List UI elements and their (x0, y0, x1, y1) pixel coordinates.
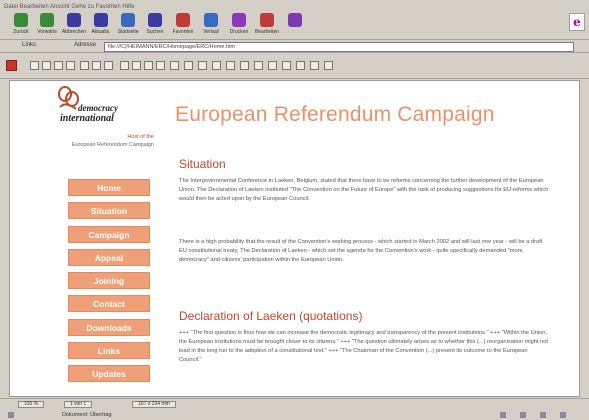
pdf-tool-icon[interactable] (282, 61, 291, 70)
network-icon (540, 412, 546, 418)
pdf-tool-icon[interactable] (132, 61, 141, 70)
page-title: European Referendum Campaign (175, 103, 495, 126)
tagline: Host of the European Referendum Campaign (64, 133, 154, 149)
menu-bar[interactable]: Datei Bearbeiten Ansicht Gehe zu Favorit… (0, 0, 589, 10)
nav-contact[interactable]: Contact (68, 295, 150, 313)
nav-links[interactable]: Links (68, 342, 150, 360)
nav-home[interactable]: Home (68, 179, 150, 196)
refresh-icon (94, 13, 108, 27)
heading-declaration: Declaration of Laeken (quotations) (179, 309, 363, 323)
pdf-tool-icon[interactable] (156, 61, 165, 70)
paragraph-declaration: +++ "The first question is thus how we c… (179, 330, 549, 364)
toolbar-button[interactable]: Aktualis. (88, 12, 114, 38)
edit-icon (260, 13, 274, 27)
pdf-tool-icon[interactable] (80, 61, 89, 70)
pdf-tool-icon[interactable] (240, 61, 249, 70)
heading-situation: Situation (179, 157, 226, 171)
address-bar: Links Adresse file:///C|/HEIMANN/ERC/Hom… (0, 41, 589, 53)
toolbar-button-label: Verlauf (203, 29, 219, 35)
nav-campaign[interactable]: Campaign (68, 225, 150, 243)
pdf-tool-icon[interactable] (310, 61, 319, 70)
print-icon (232, 13, 246, 27)
pdf-tool-icon[interactable] (170, 61, 179, 70)
paragraph-situation-1: The Intergovernmental Conference in Laek… (179, 178, 549, 203)
toolbar-button[interactable]: Suchen (142, 12, 168, 38)
tagline-host: Host of the (127, 134, 154, 140)
toolbar-button-label: Bearbeiten (254, 29, 280, 35)
main-content: European Referendum Campaign Situation T… (175, 81, 575, 396)
toolbar-button-label: Suchen (146, 29, 164, 35)
toolbar-button-label: Drucken (229, 29, 249, 35)
zone-icon (500, 412, 506, 418)
pdf-tool-icon[interactable] (226, 61, 235, 70)
status-text: Dokument: Übertrag (62, 412, 112, 418)
browser-toolbar: Zurück Vorwärts Abbrechen Aktualis. Startsei… (0, 10, 589, 40)
stop-icon (67, 13, 81, 27)
toolbar-button-label: Startseite (117, 29, 139, 35)
page-icon (8, 412, 14, 418)
toolbar-button[interactable]: Bearbeiten (254, 12, 280, 38)
pdf-toolbar (0, 54, 589, 79)
address-input[interactable]: file:///C|/HEIMANN/ERC/Homepage/ERC/Home… (104, 42, 574, 52)
page-count-field[interactable]: 1 von 1 (64, 401, 92, 408)
toolbar-button[interactable]: Favoriten (170, 12, 196, 38)
nav-menu: Home Situation Campaign Appeal Joining Contac… (68, 179, 150, 389)
search-icon (148, 13, 162, 27)
pdf-tool-icon[interactable] (296, 61, 305, 70)
toolbar-button-label: Aktualis. (91, 29, 111, 35)
paragraph-situation-2: There is a high probability that the res… (179, 239, 543, 264)
links-label[interactable]: Links (22, 42, 36, 48)
page-size-field: 167 x 234 mm (132, 401, 176, 408)
toolbar-button[interactable]: Drucken (226, 12, 252, 38)
forward-arrow-icon (40, 13, 54, 27)
pdf-tool-icon[interactable] (30, 61, 39, 70)
pdf-tool-icon[interactable] (54, 61, 63, 70)
toolbar-button-label: Favoriten (172, 29, 194, 35)
document-page: democracy international Host of the Euro… (9, 80, 580, 397)
home-icon (121, 13, 135, 27)
toolbar-button-label: Vorwärts (37, 29, 57, 35)
pdf-tool-icon[interactable] (184, 61, 193, 70)
discuss-icon (288, 13, 302, 27)
nav-downloads[interactable]: Downloads (68, 318, 150, 336)
pdf-tool-icon[interactable] (254, 61, 263, 70)
toolbar-button[interactable]: Verlauf (198, 12, 224, 38)
toolbar-button[interactable]: Vorwärts (34, 12, 60, 38)
toolbar-button[interactable]: Abbrechen (61, 12, 87, 38)
pdf-tool-icon[interactable] (324, 61, 333, 70)
nav-updates[interactable]: Updates (68, 365, 150, 383)
sidebar: democracy international Host of the Euro… (10, 81, 170, 396)
security-icon (520, 412, 526, 418)
toolbar-button[interactable]: Startseite (115, 12, 141, 38)
pdf-tool-icon[interactable] (120, 61, 129, 70)
nav-appeal[interactable]: Appeal (68, 248, 150, 266)
pdf-tool-icon[interactable] (42, 61, 51, 70)
toolbar-button-label: Abbrechen (61, 29, 87, 35)
toolbar-button[interactable]: Zurück (8, 12, 34, 38)
favorites-icon (176, 13, 190, 27)
tagline-campaign: European Referendum Campaign (71, 142, 154, 148)
nav-situation[interactable]: Situation (68, 202, 150, 220)
browser-logo-icon: e (569, 13, 585, 31)
logo-text-international: international (60, 113, 114, 124)
address-label: Adresse (74, 42, 97, 48)
toolbar-button[interactable] (282, 12, 308, 38)
pdf-tool-icon[interactable] (268, 61, 277, 70)
logo-text-democracy: democracy (78, 103, 118, 113)
pdf-tool-icon[interactable] (92, 61, 101, 70)
toolbar-button-label: Zurück (13, 29, 29, 35)
pdf-tool-icon[interactable] (198, 61, 207, 70)
resize-grip-icon[interactable] (560, 412, 566, 418)
pdf-tool-icon[interactable] (66, 61, 75, 70)
pdf-tool-icon[interactable] (212, 61, 221, 70)
status-bar: 100 % 1 von 1 167 x 234 mm Dokument: Übe… (0, 398, 589, 420)
pdf-tool-icon[interactable] (144, 61, 153, 70)
acrobat-icon[interactable] (6, 60, 17, 71)
nav-joining[interactable]: Joining (68, 272, 150, 290)
history-icon (204, 13, 218, 27)
zoom-field[interactable]: 100 % (18, 401, 44, 408)
back-arrow-icon (14, 13, 28, 27)
pdf-tool-icon[interactable] (104, 61, 113, 70)
